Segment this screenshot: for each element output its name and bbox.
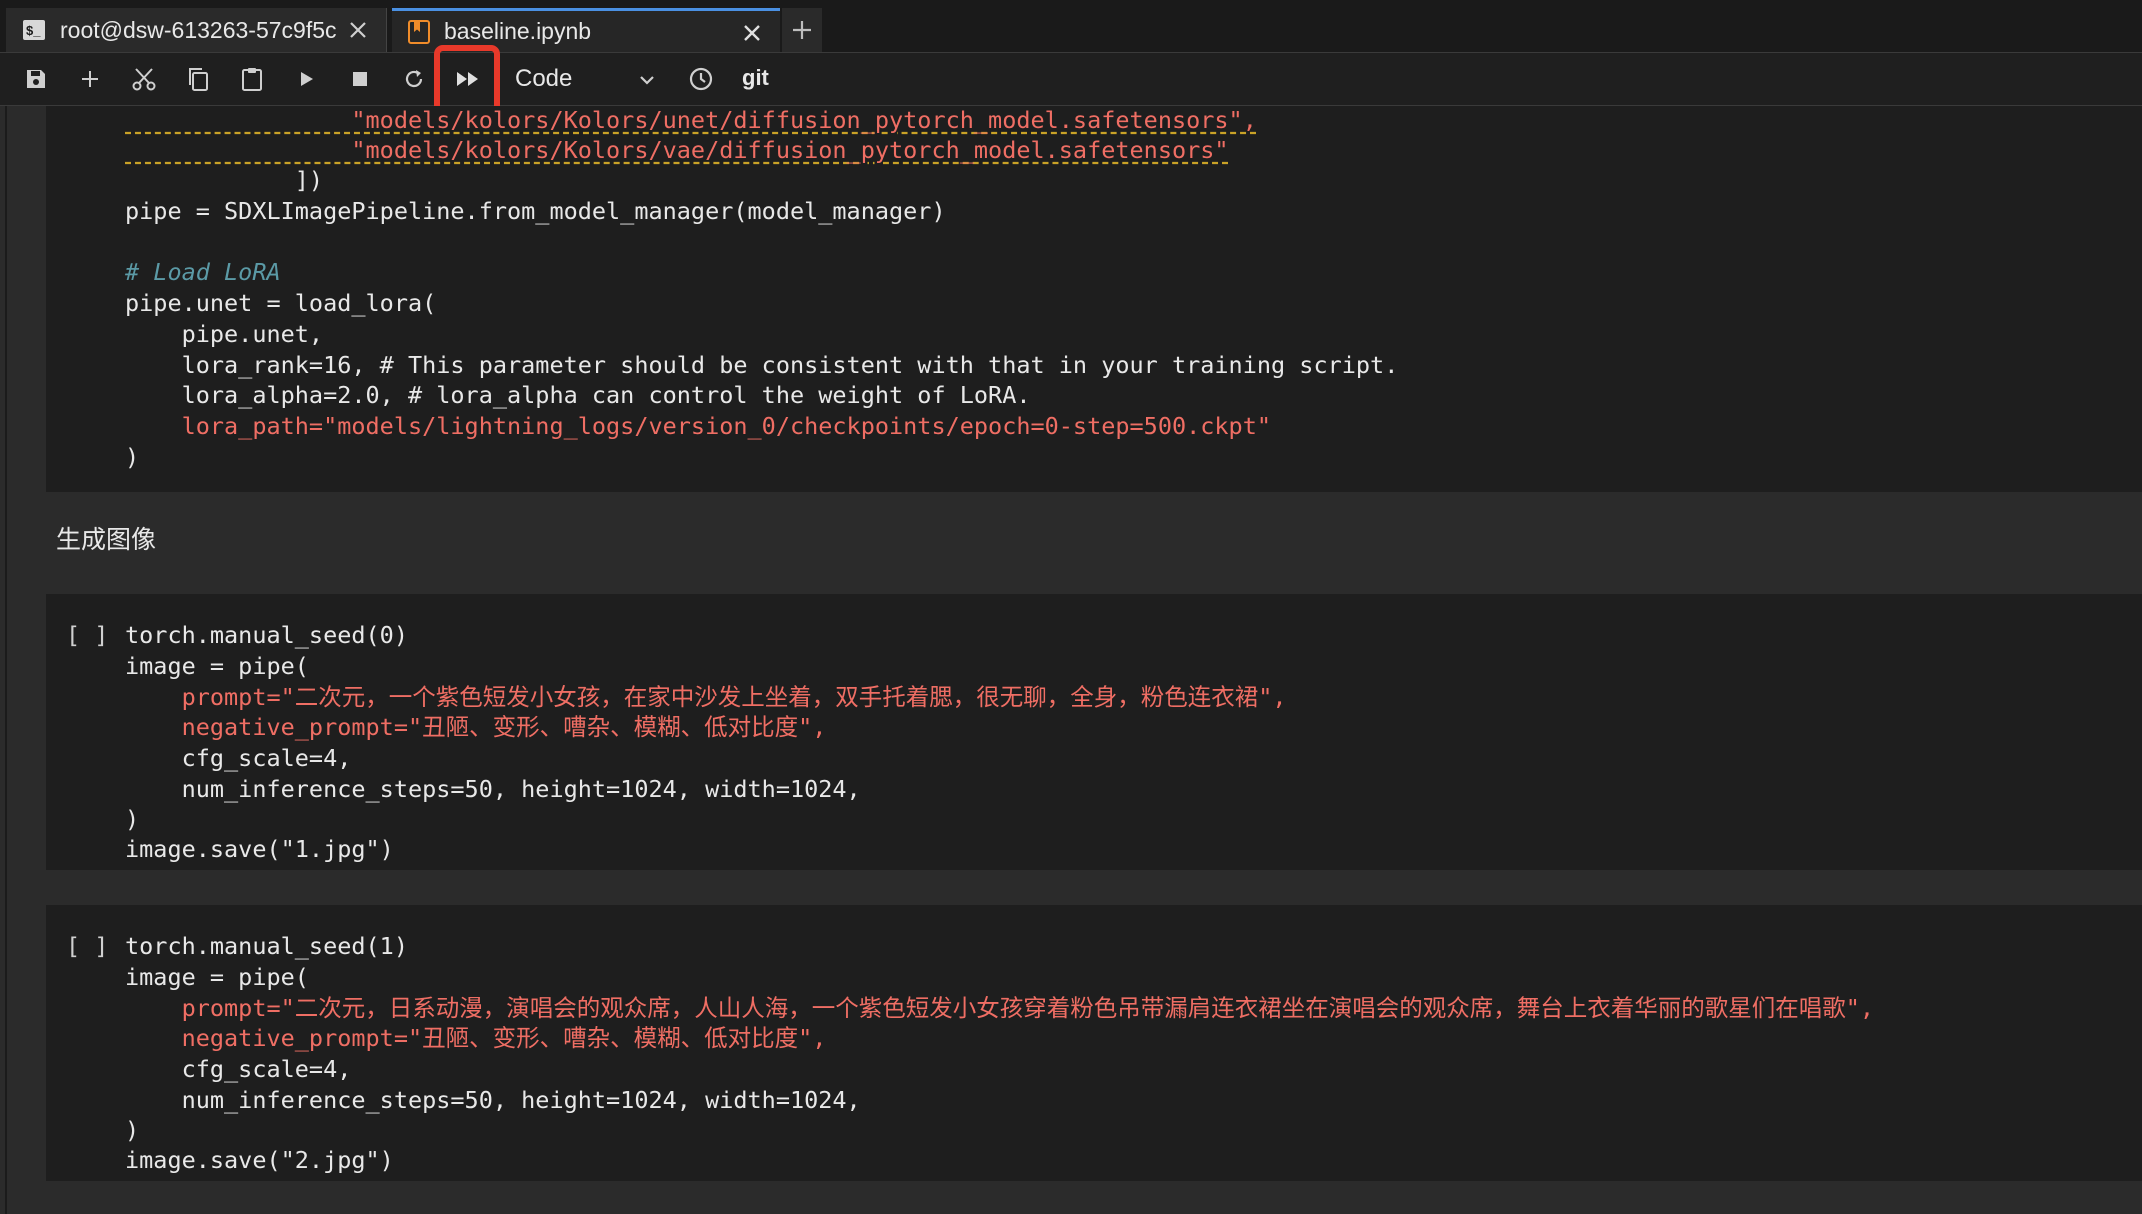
markdown-heading: 生成图像 xyxy=(56,526,157,554)
tab-terminal[interactable]: $_ root@dsw-613263-57c9f5c xyxy=(6,8,387,52)
copy-button[interactable] xyxy=(178,59,218,99)
cut-button[interactable] xyxy=(124,59,164,99)
add-cell-button[interactable] xyxy=(70,59,110,99)
code-line: negative_prompt="丑陋、变形、嘈杂、模糊、低对比度", xyxy=(125,1024,827,1052)
code-line: pipe.unet, xyxy=(125,320,324,348)
code-line: ) xyxy=(125,443,140,471)
notebook-icon xyxy=(408,19,430,44)
new-tab-button[interactable] xyxy=(782,8,822,52)
code-line: image = pipe( xyxy=(125,963,309,991)
code-line: cfg_scale=4, xyxy=(125,1055,352,1083)
history-button[interactable] xyxy=(681,59,721,99)
code-line: "models/kolors/Kolors/unet/diffusion_pyt… xyxy=(125,106,1257,134)
save-icon xyxy=(27,70,45,88)
code-line: ) xyxy=(125,1116,140,1144)
code-line: pipe.unet = load_lora( xyxy=(125,289,437,317)
code-line: num_inference_steps=50, height=1024, wid… xyxy=(125,775,861,803)
code-line: torch.manual_seed(1) xyxy=(125,932,408,960)
clock-icon xyxy=(689,67,713,91)
svg-text:$_: $_ xyxy=(26,23,41,38)
code-line: lora_rank=16, # This parameter should be… xyxy=(125,351,1399,379)
restart-icon xyxy=(405,70,423,88)
git-button[interactable]: git xyxy=(742,65,769,91)
execution-prompt: [ ] xyxy=(66,621,109,649)
paste-button[interactable] xyxy=(232,59,272,99)
stop-icon xyxy=(353,72,367,86)
chevron-down-icon xyxy=(637,69,657,97)
cell-type-value: Code xyxy=(515,65,573,92)
code-line: prompt="二次元，日系动漫，演唱会的观众席，人山人海，一个紫色短发小女孩穿… xyxy=(125,994,1875,1022)
code-cell[interactable]: [ ] torch.manual_seed(1) image = pipe( p… xyxy=(46,905,2142,1181)
code-line: num_inference_steps=50, height=1024, wid… xyxy=(125,1086,861,1114)
code-line: pipe = SDXLImagePipeline.from_model_mana… xyxy=(125,197,946,225)
code-line: lora_path="models/lightning_logs/version… xyxy=(125,412,1272,440)
notebook-toolbar: Code git xyxy=(0,53,2142,106)
close-icon[interactable] xyxy=(344,16,372,44)
code-line: prompt="二次元，一个紫色短发小女孩，在家中沙发上坐着，双手托着腮，很无聊… xyxy=(125,683,1287,711)
terminal-icon: $_ xyxy=(22,18,46,42)
run-cell-button[interactable] xyxy=(286,59,326,99)
code-line: ) xyxy=(125,805,140,833)
tab-label: baseline.ipynb xyxy=(444,18,592,44)
code-line: negative_prompt="丑陋、变形、嘈杂、模糊、低对比度", xyxy=(125,713,827,741)
code-line: torch.manual_seed(0) xyxy=(125,621,408,649)
code-line: cfg_scale=4, xyxy=(125,744,352,772)
code-line: image.save("1.jpg") xyxy=(125,835,394,863)
tab-label: root@dsw-613263-57c9f5c xyxy=(60,16,337,43)
tab-bar: $_ root@dsw-613263-57c9f5c baseline.ipyn… xyxy=(0,0,2142,53)
restart-kernel-button[interactable] xyxy=(394,59,434,99)
save-button[interactable] xyxy=(16,59,56,99)
cell-collapser-gutter xyxy=(5,106,7,1214)
code-cell[interactable]: "models/kolors/Kolors/unet/diffusion_pyt… xyxy=(46,106,2142,492)
cell-type-dropdown[interactable]: Code xyxy=(515,61,665,97)
plus-icon xyxy=(793,21,811,39)
run-icon xyxy=(301,72,313,86)
add-icon xyxy=(82,71,98,87)
interrupt-button[interactable] xyxy=(340,59,380,99)
code-line: image.save("2.jpg") xyxy=(125,1146,394,1174)
close-icon[interactable] xyxy=(738,19,766,47)
copy-icon xyxy=(189,68,208,91)
code-line: lora_alpha=2.0, # lora_alpha can control… xyxy=(125,381,1031,409)
code-line: ]) xyxy=(125,166,324,194)
notebook-panel[interactable]: "models/kolors/Kolors/unet/diffusion_pyt… xyxy=(0,106,2142,1214)
code-line: image = pipe( xyxy=(125,652,309,680)
code-line: "models/kolors/Kolors/vae/diffusion_pyto… xyxy=(125,136,1229,164)
code-comment: # Load LoRA xyxy=(125,258,281,286)
execution-prompt: [ ] xyxy=(66,932,109,960)
code-cell[interactable]: [ ] torch.manual_seed(0) image = pipe( p… xyxy=(46,594,2142,870)
cut-icon xyxy=(132,68,156,91)
paste-icon xyxy=(242,68,262,91)
